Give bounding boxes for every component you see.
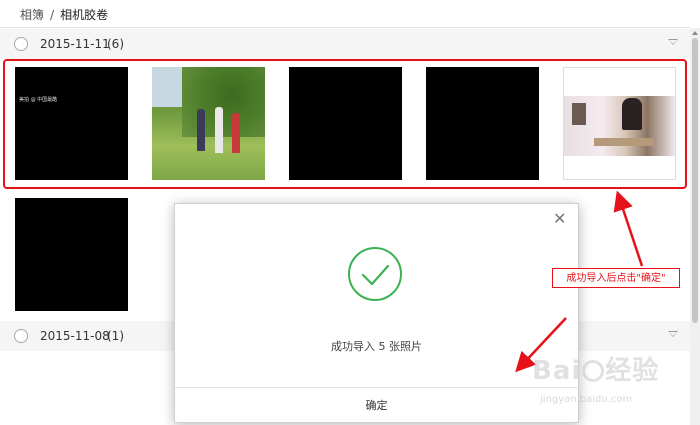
annotation-label: 成功导入后点击"确定" <box>552 268 680 288</box>
arrow-up <box>613 190 644 267</box>
paw-icon <box>582 360 605 382</box>
watermark-site: jingyan.baidu.com <box>540 394 633 405</box>
watermark-logo: Bai 经验 <box>532 356 660 386</box>
baidu-jingyan-watermark: Bai 经验 jingyan.baidu.com <box>532 342 697 422</box>
